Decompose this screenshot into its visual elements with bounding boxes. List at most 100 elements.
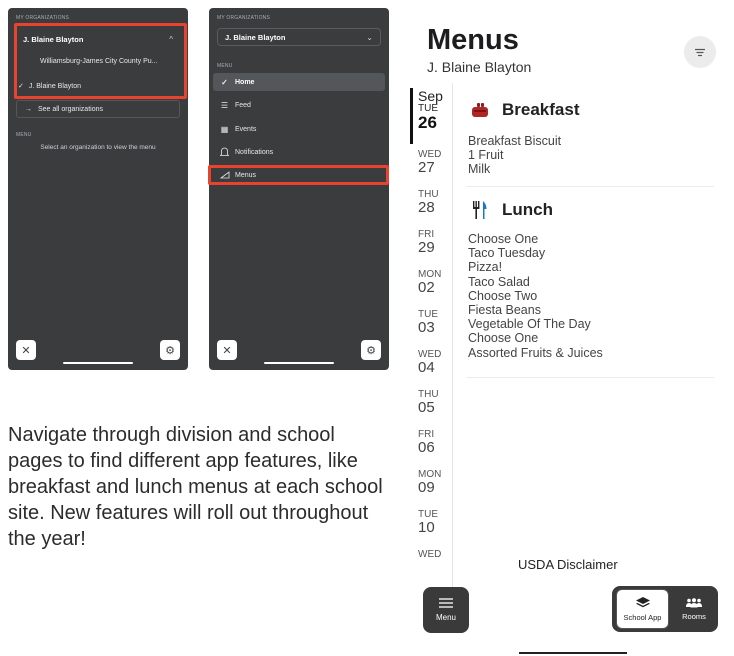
lunch-items: Choose One Taco Tuesday Pizza! Taco Salad Ch…: [468, 232, 603, 360]
gear-icon: ⚙: [366, 344, 376, 357]
tab-rooms[interactable]: Rooms: [672, 589, 716, 629]
divider: [466, 186, 714, 187]
check-icon: ✓: [221, 77, 228, 87]
feature-caption: Navigate through division and school pag…: [8, 424, 383, 550]
date-day-number: 26: [418, 113, 437, 132]
calendar-icon: ▦: [220, 124, 229, 134]
close-icon: ✕: [21, 344, 31, 357]
nav-item-feed[interactable]: ☰ Feed: [213, 96, 385, 114]
empty-menu-message: Select an organization to view the menu: [40, 144, 156, 151]
bell-icon: [219, 147, 230, 157]
breakfast-heading: Breakfast: [470, 100, 580, 120]
date-day-number: 29: [418, 239, 435, 256]
highlight-box-organizations: [14, 23, 187, 99]
highlight-box-menus: [208, 165, 389, 185]
tab-school-app[interactable]: School App: [616, 589, 669, 629]
menu-item: Breakfast Biscuit: [468, 134, 562, 148]
nav-item-events[interactable]: ▦ Events: [213, 120, 385, 138]
section-label-organizations: MY ORGANIZATIONS: [217, 15, 271, 21]
date-day-number: 27: [418, 159, 435, 176]
home-indicator: [519, 652, 627, 654]
arrow-right-icon: →: [25, 105, 32, 113]
date-item[interactable]: WED 04: [418, 349, 452, 376]
settings-button[interactable]: ⚙: [361, 340, 381, 360]
usda-disclaimer-link[interactable]: USDA Disclaimer: [518, 557, 618, 572]
nav-item-notifications[interactable]: Notifications: [213, 143, 385, 161]
date-item[interactable]: TUE 03: [418, 309, 452, 336]
tab-rooms-label: Rooms: [682, 611, 706, 621]
menu-item: Choose Two: [468, 288, 538, 303]
nav-label: Feed: [235, 101, 251, 109]
filter-button[interactable]: [684, 36, 716, 68]
section-label-menu: MENU: [16, 132, 32, 138]
menu-item: Fiesta Beans: [468, 303, 541, 318]
date-item[interactable]: FRI 06: [418, 429, 452, 456]
date-day-number: 10: [418, 519, 435, 536]
section-label-organizations: MY ORGANIZATIONS: [16, 15, 70, 21]
menu-item: Vegetable Of The Day: [468, 317, 591, 332]
nav-label: Notifications: [235, 148, 274, 156]
gear-icon: ⚙: [165, 344, 175, 357]
nav-item-home[interactable]: ✓ Home: [213, 73, 385, 91]
nav-label: Home: [235, 78, 255, 86]
menu-item: Choose One: [468, 331, 539, 346]
date-day-number: 28: [418, 199, 435, 216]
date-item[interactable]: WED: [418, 549, 452, 560]
menu-item: Choose One: [468, 232, 539, 246]
date-list[interactable]: Sep TUE 26 WED 27 THU 28 FRI 29 MON 02 TUE 03 WED 04 TH…: [409, 83, 453, 591]
divider: [466, 377, 714, 378]
date-weekday: WED: [418, 549, 442, 560]
selected-date-indicator: [410, 88, 413, 144]
organization-selector[interactable]: J. Blaine Blayton ⌄: [217, 28, 381, 46]
utensils-icon: [470, 200, 490, 220]
settings-button[interactable]: ⚙: [160, 340, 180, 360]
feed-icon: ☰: [220, 100, 229, 110]
tab-school-app-label: School App: [623, 612, 662, 622]
filter-icon: [695, 48, 705, 56]
home-indicator: [264, 362, 334, 364]
lunch-title: Lunch: [502, 200, 553, 219]
menu-item: Taco Salad: [468, 274, 530, 289]
date-day-number: 05: [418, 399, 435, 416]
toaster-icon: [470, 100, 490, 120]
people-icon: [686, 597, 702, 607]
date-day-number: 09: [418, 479, 435, 496]
date-month: Sep: [418, 88, 443, 104]
close-button[interactable]: ✕: [217, 340, 237, 360]
breakfast-title: Breakfast: [502, 100, 580, 119]
menu-item: 1 Fruit: [468, 148, 504, 163]
date-item[interactable]: THU 28: [418, 189, 452, 216]
menu-item: Assorted Fruits & Juices: [468, 345, 603, 360]
date-item[interactable]: FRI 29: [418, 229, 452, 256]
section-label-menu: MENU: [217, 63, 233, 69]
home-indicator: [63, 362, 133, 364]
date-item[interactable]: MON 02: [418, 269, 452, 296]
layers-icon: [635, 596, 650, 607]
date-item[interactable]: MON 09: [418, 469, 452, 496]
page-title: Menus: [427, 24, 519, 56]
date-item[interactable]: TUE 10: [418, 509, 452, 536]
school-name: J. Blaine Blayton: [427, 59, 532, 75]
see-all-organizations-button[interactable]: → See all organizations: [16, 100, 180, 118]
phone-screen-navigation: MY ORGANIZATIONS J. Blaine Blayton ⌄ MEN…: [209, 8, 389, 370]
nav-label: Events: [235, 125, 257, 133]
menu-tab-label: Menu: [435, 613, 456, 622]
date-item-selected[interactable]: Sep TUE 26: [418, 88, 452, 132]
date-day-number: 04: [418, 359, 435, 376]
date-day-number: 02: [418, 279, 435, 296]
date-item[interactable]: WED 27: [418, 149, 452, 176]
menu-item: Milk: [468, 162, 491, 177]
date-day-number: 06: [418, 439, 435, 456]
chevron-down-icon: ⌄: [366, 32, 373, 42]
date-item[interactable]: THU 05: [418, 389, 452, 416]
date-day-number: 03: [418, 319, 435, 336]
lunch-heading: Lunch: [470, 200, 553, 220]
close-icon: ✕: [222, 344, 232, 357]
menu-tab-button[interactable]: Menu: [423, 587, 469, 633]
see-all-label: See all organizations: [38, 105, 103, 113]
breakfast-items: Breakfast Biscuit 1 Fruit Milk: [468, 134, 561, 177]
menu-item: Taco Tuesday: [468, 246, 546, 261]
menu-item: Pizza!: [468, 260, 503, 275]
close-button[interactable]: ✕: [16, 340, 36, 360]
selected-organization: J. Blaine Blayton: [225, 32, 286, 42]
